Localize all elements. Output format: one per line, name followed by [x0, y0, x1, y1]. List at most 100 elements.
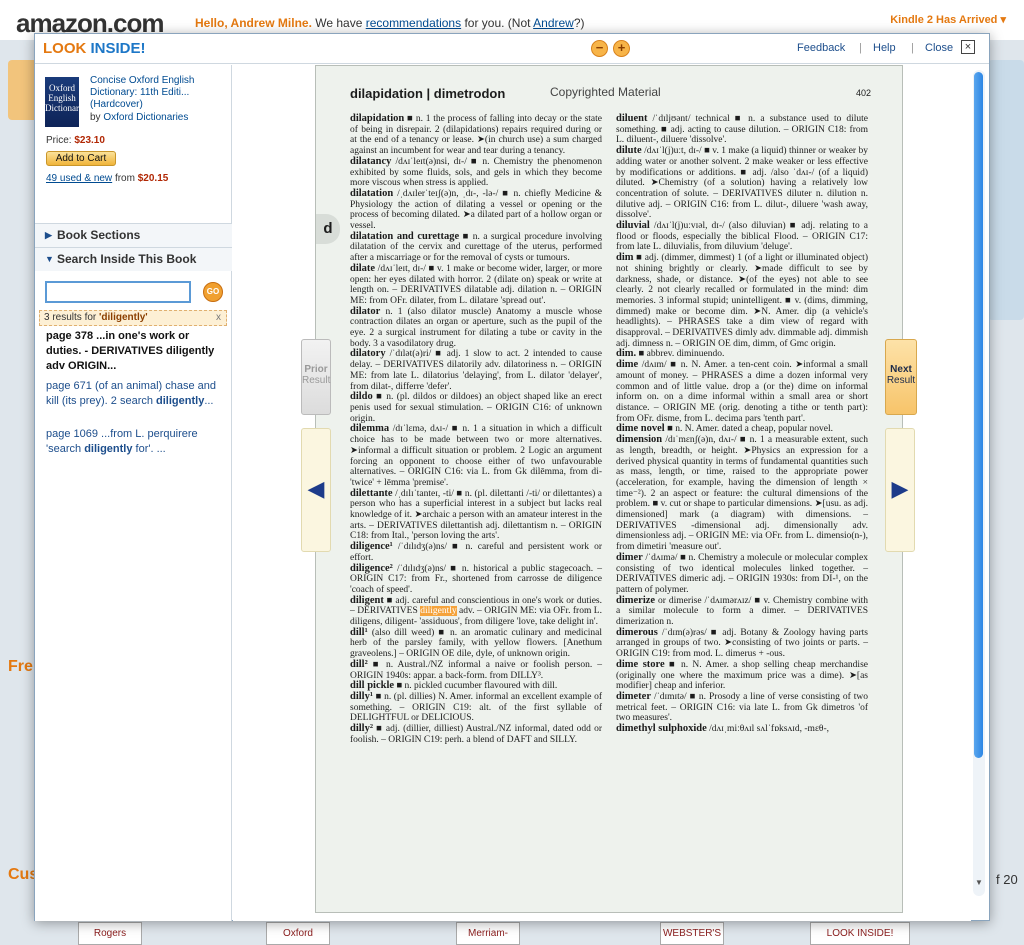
background-book[interactable]: LOOK INSIDE! [810, 922, 910, 945]
used-from: from [112, 173, 138, 184]
price-value: $23.10 [74, 135, 105, 146]
entry-definition: /dʌɪˈl(j)uːvɪəl, dɪ-/ (also diluvian) ■ … [616, 221, 868, 253]
background-book[interactable]: Oxford [266, 922, 330, 945]
not-user-link[interactable]: Andrew [533, 16, 574, 30]
add-to-cart-button[interactable]: Add to Cart [46, 151, 116, 166]
book-cover[interactable]: Oxford English Dictionary [45, 77, 84, 127]
entry-headword: dilate [350, 262, 376, 274]
separator: | [859, 42, 862, 54]
kindle-promo[interactable]: Kindle 2 Has Arrived ▾ [890, 13, 1006, 26]
dictionary-entry: dilatancy /dʌɪˈleɪt(ə)nsi, dɪ-/ ■ n. Che… [350, 156, 602, 189]
book-title-link[interactable]: Concise Oxford English Dictionary: 11th … [90, 75, 225, 111]
entry-definition: ■ n. Austral./NZ informal a naive or foo… [350, 659, 602, 681]
results-prefix: 3 results for [44, 312, 100, 323]
go-button[interactable]: GO [203, 282, 223, 302]
clear-results-icon[interactable]: x [216, 311, 221, 325]
entry-headword: dilapidation [350, 113, 405, 124]
entry-headword: dilly¹ [350, 690, 373, 702]
book-page: dilapidation | dimetrodon Copyrighted Ma… [315, 65, 903, 913]
greeting-end: ?) [573, 16, 585, 30]
dictionary-entry: dim ■ adj. (dimmer, dimmest) 1 (of a lig… [616, 252, 868, 349]
search-result-1[interactable]: page 378 ...in one's work or duties. - D… [46, 329, 224, 374]
dictionary-entry: dime store ■ n. N. Amer. a shop selling … [616, 658, 868, 692]
recommendations-link[interactable]: recommendations [366, 16, 461, 30]
entry-definition: /dʌɪˈl(j)uːt, dɪ-/ ■ v. 1 make (a liquid… [616, 146, 868, 221]
author-link[interactable]: Oxford Dictionaries [103, 112, 188, 123]
entry-definition: (also dill weed) ■ n. an aromatic culina… [350, 627, 602, 660]
book-sections-header[interactable]: ▶ Book Sections [35, 223, 232, 247]
entry-headword: dimension [616, 434, 663, 446]
entry-headword: dill pickle [350, 680, 395, 692]
entry-definition: /dɪˈmɛnʃ(ə)n, dʌɪ-/ ■ n. 1 a measurable … [616, 435, 868, 553]
zoom-in-icon[interactable]: + [613, 40, 630, 57]
next-result-button[interactable]: Next Result [885, 339, 917, 415]
dictionary-entry: dilatation and curettage ■ n. a surgical… [350, 230, 602, 264]
help-link[interactable]: Help [873, 42, 896, 54]
feedback-link[interactable]: Feedback [797, 42, 845, 54]
previous-page-arrow-icon[interactable]: ◀ [301, 428, 331, 552]
background-book[interactable]: WEBSTER'S [660, 922, 724, 945]
dictionary-entry: dimension /dɪˈmɛnʃ(ə)n, dʌɪ-/ ■ n. 1 a m… [616, 434, 868, 553]
search-inside-header[interactable]: ▼ Search Inside This Book [35, 247, 232, 271]
greeting-mid: We have [311, 16, 366, 30]
close-icon[interactable]: × [961, 40, 975, 54]
entry-definition: n. 1 (also dilator muscle) Anatomy a mus… [350, 306, 602, 349]
entry-headword: dimerize [616, 594, 656, 606]
entry-definition: ■ abbrev. diminuendo. [636, 349, 725, 360]
dictionary-entry: dime /dʌɪm/ ■ n. N. Amer. a ten-cent coi… [616, 359, 868, 424]
results-summary: 3 results for 'diligently' x [39, 310, 227, 326]
close-link[interactable]: Close [925, 42, 953, 54]
entry-headword: diligent [350, 594, 384, 606]
copyright-notice: Copyrighted Material [550, 85, 661, 99]
entry-headword: dildo [350, 391, 373, 403]
background-book[interactable]: Merriam-Webster [456, 922, 520, 945]
dictionary-entry: dill¹ (also dill weed) ■ n. an aromatic … [350, 626, 602, 660]
search-result-3[interactable]: page 1069 ...from L. perquirere 'search … [46, 427, 224, 457]
greeting-name: Hello, Andrew Milne. [195, 16, 312, 30]
search-result-2[interactable]: page 671 (of an animal) chase and kill (… [46, 379, 224, 409]
background-pagination: f 20 [996, 872, 1018, 887]
dictionary-entry: dimeter /ˈdɪmɪtə/ ■ n. Prosody a line of… [616, 690, 868, 724]
caret-right-icon: ▶ [45, 230, 52, 240]
search-input[interactable] [45, 281, 191, 303]
zoom-out-icon[interactable]: − [591, 40, 608, 57]
dictionary-entry: dildo ■ n. (pl. dildos or dildoes) an ob… [350, 391, 602, 424]
dictionary-entry: diligence² /ˈdɪlɪdʒ(ə)ns/ ■ n. historica… [350, 563, 602, 596]
dictionary-entry: diligent ■ adj. careful and conscientiou… [350, 594, 602, 628]
prior-label: Prior [304, 364, 328, 375]
dictionary-entry: dilly² ■ adj. (dillier, dilliest) Austra… [350, 723, 602, 745]
entry-headword: diluent [616, 113, 648, 124]
scroll-down-icon[interactable]: ▼ [975, 878, 983, 887]
results-term: 'diligently' [99, 312, 148, 323]
used-new-link[interactable]: 49 used & new [46, 173, 112, 184]
next-page-arrow-icon[interactable]: ▶ [885, 428, 915, 552]
entry-headword: dime store [616, 658, 665, 670]
entry-headword: dill¹ [350, 626, 368, 638]
dictionary-entry: dill pickle ■ n. pickled cucumber flavou… [350, 680, 602, 692]
dictionary-entry: diligence¹ /ˈdɪlɪdʒ(ə)ns/ ■ n. careful a… [350, 541, 602, 563]
entry-definition: ■ adj. (dimmer, dimmest) 1 (of a light o… [616, 253, 868, 349]
result-tail: for'. ... [132, 443, 166, 455]
entry-headword: dilatation [350, 187, 394, 199]
dictionary-entry: dimethyl sulphoxide /dʌɪˌmiːθʌɪl sʌlˈfɒk… [616, 723, 868, 735]
entry-headword: dimeter [616, 690, 651, 702]
title-look: LOOK [43, 40, 87, 57]
scrollbar-thumb[interactable] [974, 72, 983, 758]
entry-headword: dilatation and curettage [350, 230, 460, 242]
dictionary-entry: dilute /dʌɪˈl(j)uːt, dɪ-/ ■ v. 1 make (a… [616, 145, 868, 221]
background-book[interactable]: Rogers [78, 922, 142, 945]
result-page: page 671 [46, 380, 92, 392]
next-result-label: Result [886, 375, 916, 386]
author-by: by [90, 112, 104, 123]
sidebar: Oxford English Dictionary Concise Oxford… [35, 65, 232, 921]
scrollbar[interactable]: ▼ [973, 70, 985, 896]
page-running-head: dilapidation | dimetrodon [350, 86, 506, 101]
result-page: page 1069 [46, 428, 98, 440]
entry-headword: dim [616, 252, 634, 264]
result-page: page 378 [46, 330, 94, 342]
used-offers: 49 used & new from $20.15 [46, 173, 168, 184]
background-card [988, 60, 1024, 320]
prior-result-button[interactable]: Prior Result [301, 339, 331, 415]
entry-headword: diligence¹ [350, 541, 393, 553]
dictionary-entry: dimerous /ˈdɪm(ə)rəs/ ■ adj. Botany & Zo… [616, 627, 868, 660]
